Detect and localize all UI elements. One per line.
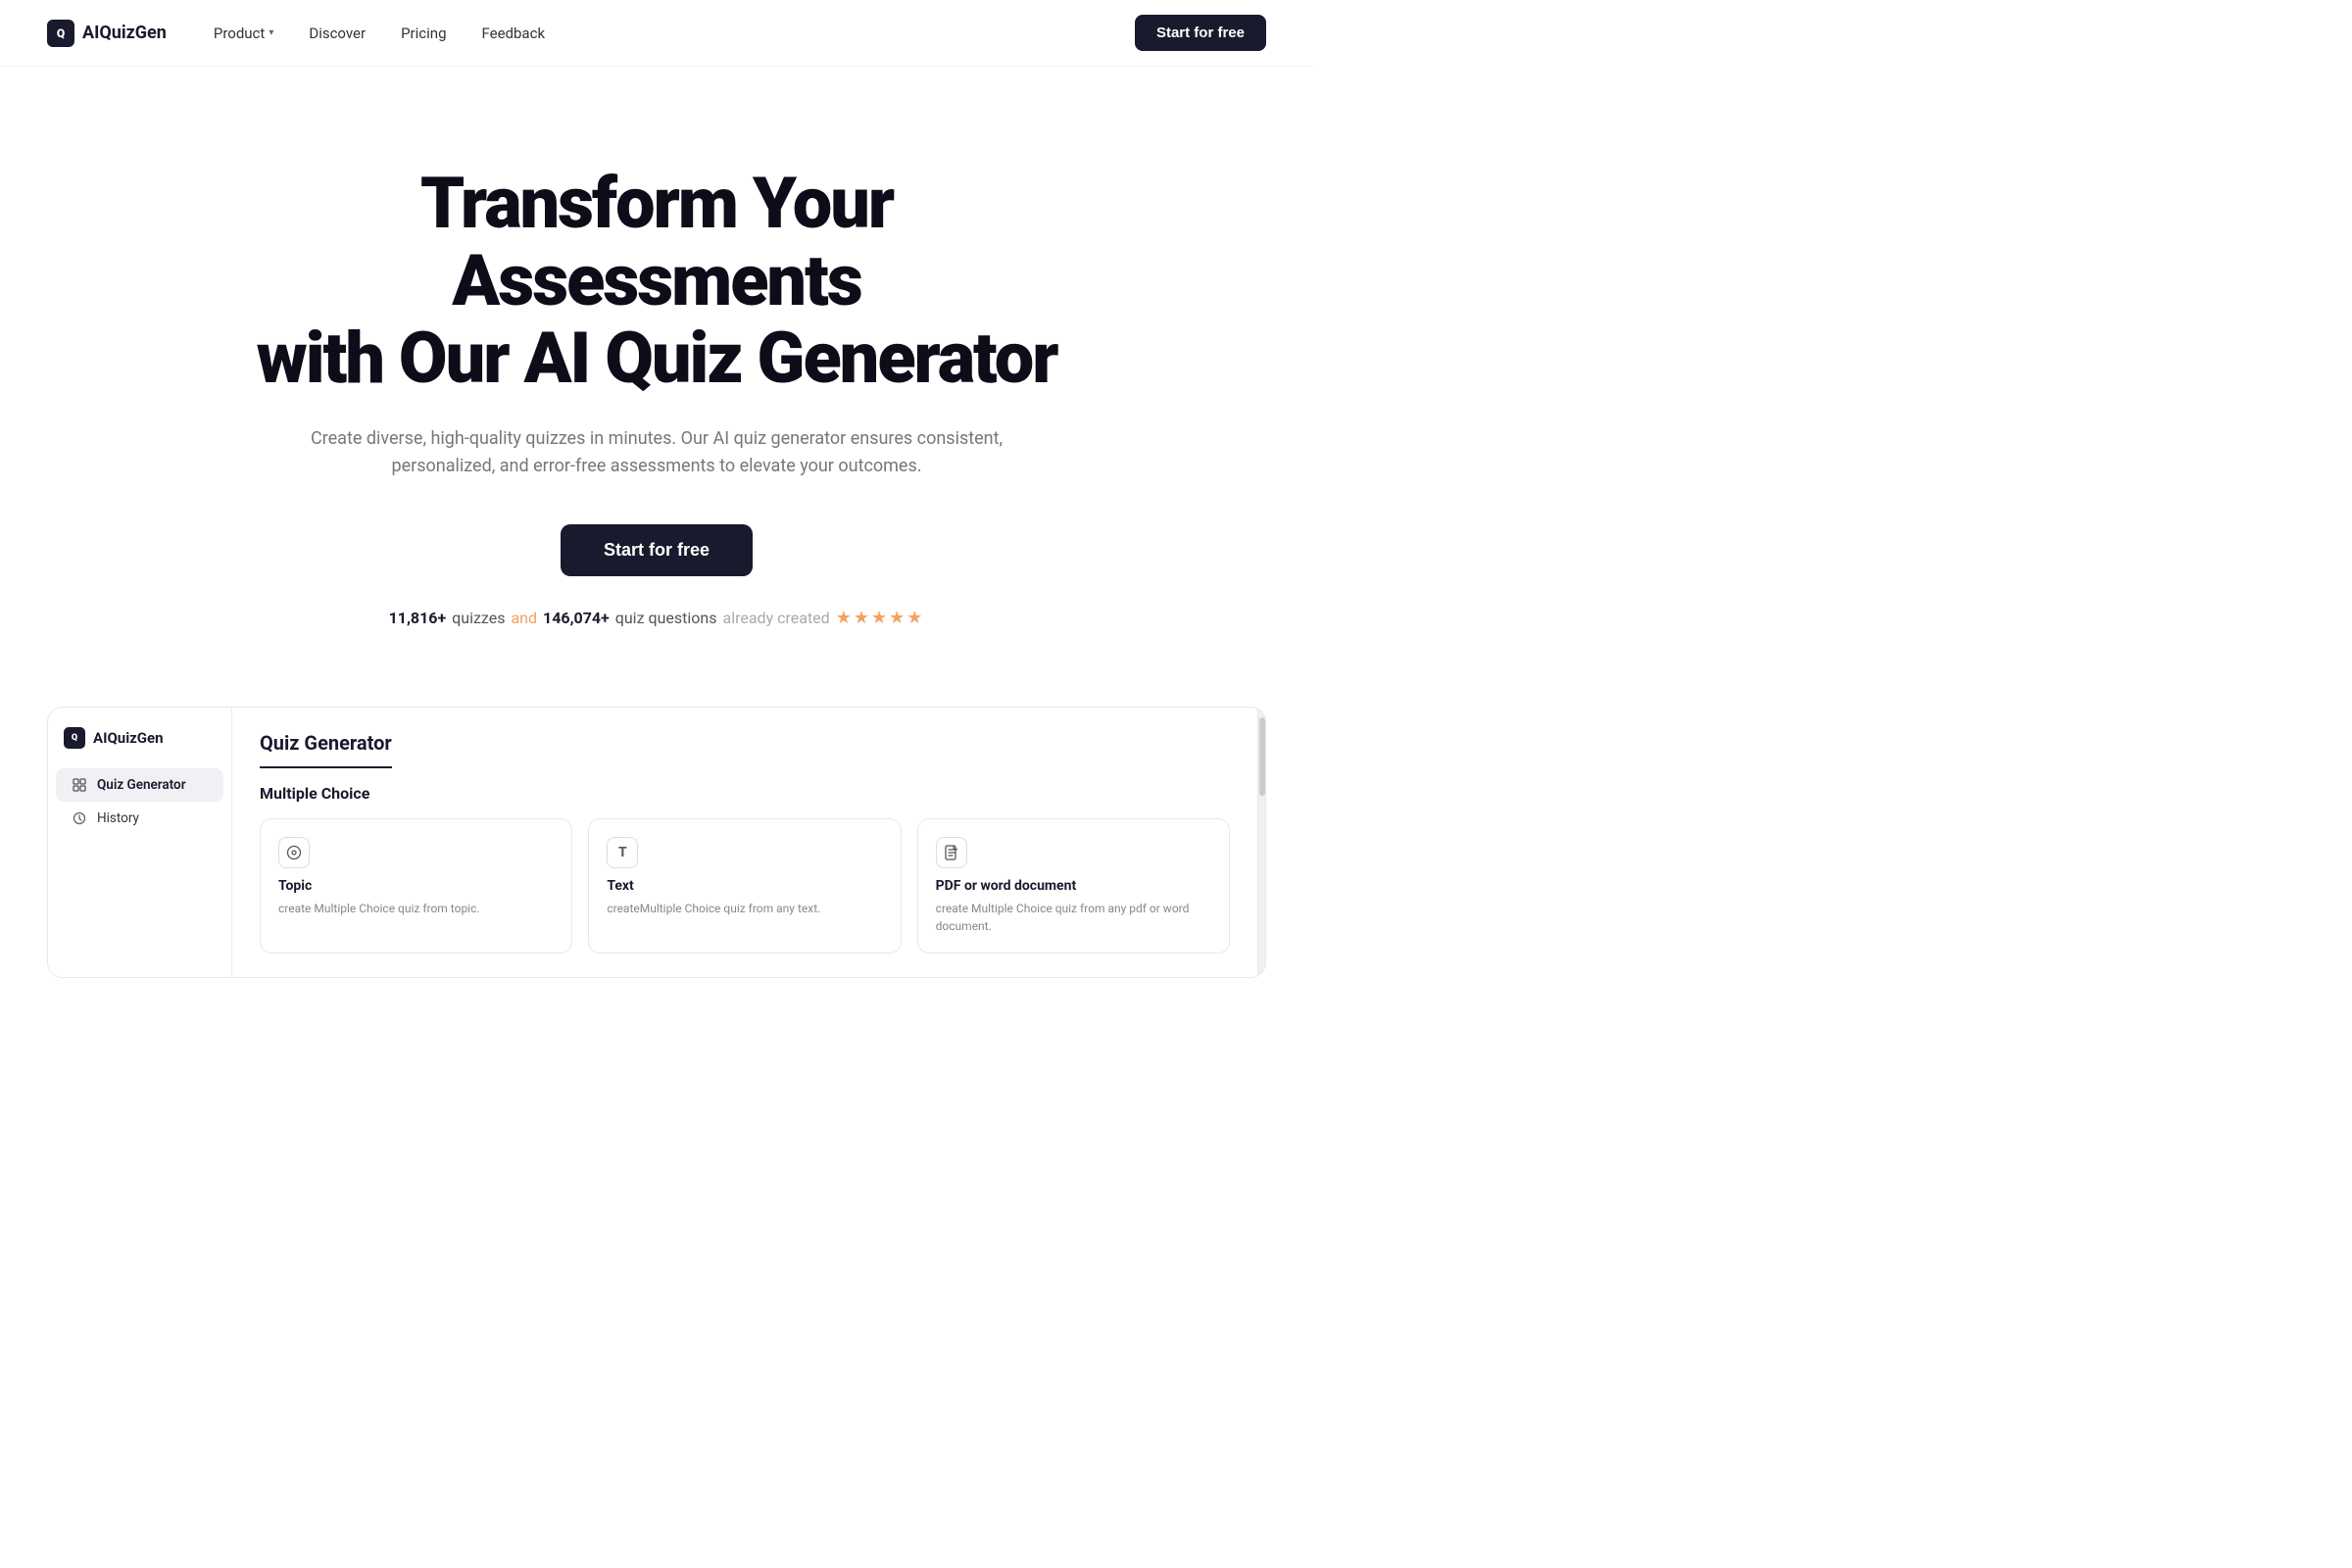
stars-icon: ★★★★★	[836, 608, 925, 628]
nav-link-pricing[interactable]: Pricing	[401, 24, 446, 42]
section-title: Quiz Generator	[260, 731, 1230, 784]
clock-icon	[72, 810, 87, 826]
nav-cta-button[interactable]: Start for free	[1135, 15, 1266, 51]
nav-link-product[interactable]: Product ▾	[214, 24, 273, 42]
sidebar-logo-icon: Q	[64, 727, 85, 749]
chevron-down-icon: ▾	[269, 27, 273, 38]
card-pdf[interactable]: PDF or word document create Multiple Cho…	[917, 818, 1230, 954]
scrollbar[interactable]	[1257, 708, 1265, 977]
pdf-icon	[936, 837, 967, 868]
hero-stats: 11,816+ quizzes and 146,074+ quiz questi…	[47, 608, 1266, 628]
card-text-desc: createMultiple Choice quiz from any text…	[607, 900, 882, 917]
sidebar-logo-text: AIQuizGen	[93, 729, 164, 747]
hero-subtitle: Create diverse, high-quality quizzes in …	[304, 425, 1009, 482]
card-text-title: Text	[607, 878, 882, 894]
stats-quizzes-count: 11,816+	[389, 609, 447, 627]
sidebar: Q AIQuizGen Quiz Generator Histo	[48, 708, 232, 977]
stats-quizzes-label: quizzes	[452, 609, 505, 627]
card-topic-desc: create Multiple Choice quiz from topic.	[278, 900, 554, 917]
sidebar-item-quiz-generator[interactable]: Quiz Generator	[56, 768, 223, 802]
stats-questions-label: quiz questions	[615, 609, 717, 627]
navbar: Q AIQuizGen Product ▾ Discover Pricing F…	[0, 0, 1313, 67]
card-text[interactable]: T Text createMultiple Choice quiz from a…	[588, 818, 901, 954]
card-pdf-title: PDF or word document	[936, 878, 1211, 894]
card-pdf-desc: create Multiple Choice quiz from any pdf…	[936, 900, 1211, 935]
hero-section: Transform Your Assessments with Our AI Q…	[0, 67, 1313, 687]
scrollbar-thumb	[1259, 717, 1265, 796]
hero-cta-button[interactable]: Start for free	[561, 524, 753, 576]
sidebar-item-label: Quiz Generator	[97, 777, 186, 793]
nav-link-discover[interactable]: Discover	[309, 24, 366, 42]
sidebar-item-history[interactable]: History	[56, 802, 223, 835]
cards-grid: Topic create Multiple Choice quiz from t…	[260, 818, 1230, 954]
hero-title: Transform Your Assessments with Our AI Q…	[216, 165, 1098, 398]
card-topic[interactable]: Topic create Multiple Choice quiz from t…	[260, 818, 572, 954]
text-icon: T	[607, 837, 638, 868]
stats-questions-count: 146,074+	[543, 609, 610, 627]
stats-already: already created	[722, 609, 829, 627]
main-content: Quiz Generator Multiple Choice Topic cre…	[232, 708, 1257, 977]
card-topic-title: Topic	[278, 878, 554, 894]
subsection-title: Multiple Choice	[260, 784, 1230, 803]
nav-logo[interactable]: Q AIQuizGen	[47, 20, 167, 47]
topic-icon	[278, 837, 310, 868]
sidebar-item-label: History	[97, 810, 139, 826]
stats-and: and	[511, 609, 537, 627]
nav-links: Product ▾ Discover Pricing Feedback	[214, 24, 1135, 42]
logo-text: AIQuizGen	[82, 23, 167, 43]
sidebar-logo: Q AIQuizGen	[48, 727, 231, 768]
logo-icon: Q	[47, 20, 74, 47]
grid-icon	[72, 777, 87, 793]
nav-link-feedback[interactable]: Feedback	[482, 24, 546, 42]
app-preview: Q AIQuizGen Quiz Generator Histo	[47, 707, 1266, 978]
